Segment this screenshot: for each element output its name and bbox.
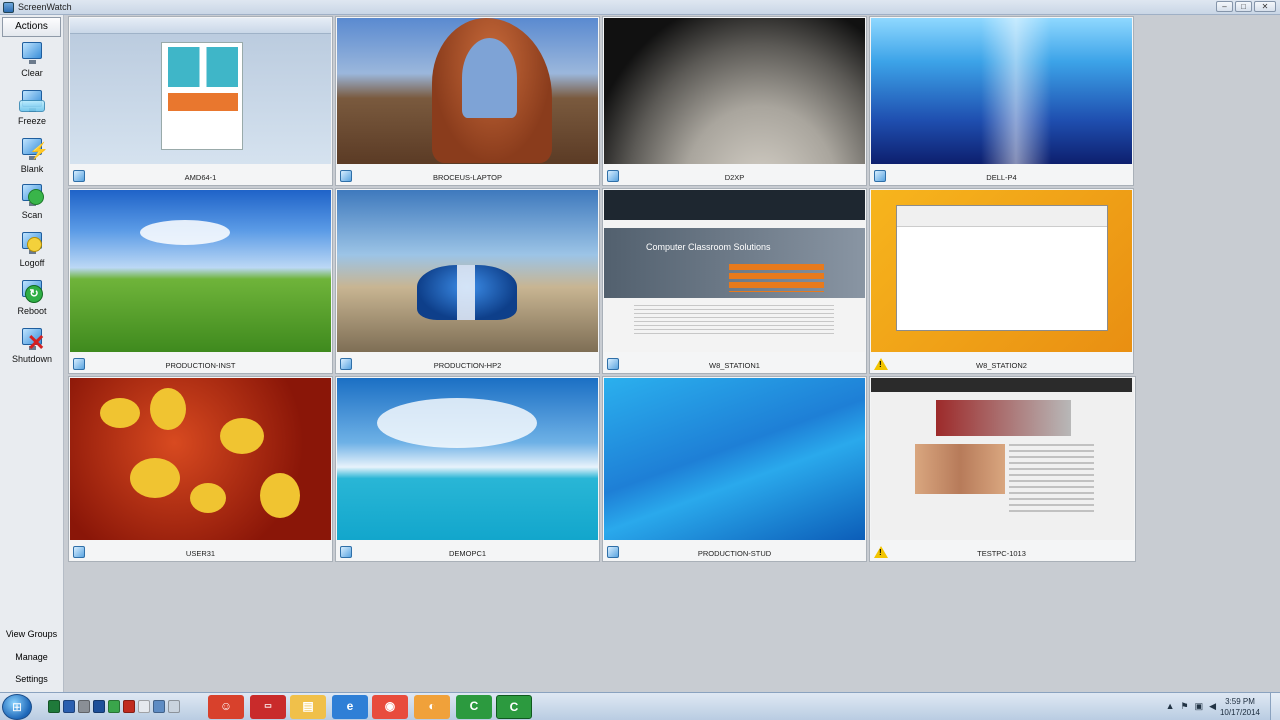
clock-date: 10/17/2014 bbox=[1219, 708, 1260, 717]
actions-header[interactable]: Actions bbox=[2, 17, 61, 37]
shutdown-icon: ✕ bbox=[19, 325, 45, 355]
blank-button[interactable]: ⚡ Blank bbox=[0, 135, 64, 181]
maximize-button[interactable]: □ bbox=[1235, 1, 1252, 12]
user-app-button[interactable]: ☺ bbox=[208, 695, 244, 719]
computer-tile-production-inst[interactable]: PRODUCTION-INST bbox=[68, 188, 333, 374]
screen-thumbnail bbox=[604, 378, 865, 540]
scan-button[interactable]: Scan bbox=[0, 181, 64, 227]
quick-launch bbox=[48, 700, 180, 713]
minimize-button[interactable]: – bbox=[1216, 1, 1233, 12]
screen-thumbnail bbox=[70, 190, 331, 352]
clear-monitor-icon bbox=[19, 39, 45, 67]
freeze-button[interactable]: Freeze bbox=[0, 87, 64, 133]
freeze-monitor-icon bbox=[19, 87, 45, 115]
computer-tile-d2xp[interactable]: D2XP bbox=[602, 16, 867, 186]
tray-expand-icon[interactable]: ▲ bbox=[1166, 701, 1175, 712]
system-tray: ▲ ⚑ ▣ ◀ bbox=[1166, 701, 1216, 712]
app-icon[interactable] bbox=[108, 700, 120, 713]
app-icon[interactable] bbox=[168, 700, 180, 713]
excel-icon[interactable] bbox=[48, 700, 60, 713]
view-groups-button[interactable]: View Groups bbox=[2, 624, 61, 644]
thumbnail-hero-text: Computer Classroom Solutions bbox=[646, 242, 771, 252]
app-icon[interactable] bbox=[153, 700, 165, 713]
show-desktop-button[interactable] bbox=[1270, 693, 1280, 720]
computer-tile-amd64-1[interactable]: AMD64-1 bbox=[68, 16, 333, 186]
computer-name: DEMOPC1 bbox=[448, 549, 487, 558]
screen-thumbnail bbox=[70, 378, 331, 540]
computer-tile-testpc-1013[interactable]: TESTPC-1013 bbox=[869, 376, 1136, 562]
scan-monitor-icon bbox=[19, 181, 45, 209]
freeze-label: Freeze bbox=[17, 116, 46, 126]
filezilla-icon[interactable] bbox=[123, 700, 135, 713]
computer-name: PRODUCTION-STUD bbox=[697, 549, 772, 558]
logoff-key-icon bbox=[19, 229, 45, 257]
network-icon[interactable]: ▣ bbox=[1195, 701, 1204, 712]
scan-label: Scan bbox=[21, 210, 43, 220]
app-button[interactable]: ◐ bbox=[414, 695, 450, 719]
computer-tile-production-hp2[interactable]: PRODUCTION-HP2 bbox=[335, 188, 600, 374]
screen-thumbnail bbox=[337, 190, 598, 352]
screen-thumbnail bbox=[871, 190, 1132, 352]
computer-name: BROCEUS-LAPTOP bbox=[432, 173, 503, 182]
actions-sidebar: Actions Clear Freeze ⚡ Blank Scan Logoff… bbox=[0, 15, 64, 692]
clock[interactable]: 3:59 PM 10/17/2014 bbox=[1220, 696, 1260, 718]
screen-thumbnail bbox=[70, 18, 331, 164]
screen-thumbnail bbox=[871, 18, 1132, 164]
computer-name: USER31 bbox=[185, 549, 216, 558]
camtasia-button[interactable]: C bbox=[456, 695, 492, 719]
camtasia-recorder-button[interactable]: C bbox=[496, 695, 532, 719]
computer-name: PRODUCTION-INST bbox=[165, 361, 236, 370]
title-bar: ScreenWatch – □ ✕ bbox=[0, 0, 1280, 15]
internet-explorer-button[interactable]: e bbox=[332, 695, 368, 719]
clear-button[interactable]: Clear bbox=[0, 39, 64, 85]
computer-tile-dell-p4[interactable]: DELL-P4 bbox=[869, 16, 1134, 186]
chrome-button[interactable]: ◉ bbox=[372, 695, 408, 719]
settings-button[interactable]: Settings bbox=[2, 669, 61, 689]
manage-button[interactable]: Manage bbox=[2, 647, 61, 667]
blank-monitor-icon: ⚡ bbox=[19, 135, 49, 163]
computer-tile-demopc1[interactable]: DEMOPC1 bbox=[335, 376, 600, 562]
window-controls: – □ ✕ bbox=[1216, 1, 1276, 12]
screen-thumbnail bbox=[337, 18, 598, 164]
close-button[interactable]: ✕ bbox=[1254, 1, 1276, 12]
clear-label: Clear bbox=[21, 68, 43, 78]
reboot-label: Reboot bbox=[17, 306, 47, 316]
blank-label: Blank bbox=[20, 164, 44, 174]
window-title: ScreenWatch bbox=[18, 2, 72, 12]
computer-tile-production-stud[interactable]: PRODUCTION-STUD bbox=[602, 376, 867, 562]
computer-name: W8_STATION1 bbox=[709, 361, 760, 370]
app-button[interactable]: ▭ bbox=[250, 695, 286, 719]
app-icon[interactable] bbox=[78, 700, 90, 713]
logoff-button[interactable]: Logoff bbox=[0, 229, 64, 275]
computer-tile-broceus-laptop[interactable]: BROCEUS-LAPTOP bbox=[335, 16, 600, 186]
word-icon[interactable] bbox=[63, 700, 75, 713]
screen-thumbnail bbox=[871, 378, 1134, 540]
computer-tile-user31[interactable]: USER31 bbox=[68, 376, 333, 562]
app-icon[interactable] bbox=[138, 700, 150, 713]
computer-tile-w8-station1[interactable]: Computer Classroom Solutions W8_STATION1 bbox=[602, 188, 867, 374]
remote-icon[interactable] bbox=[93, 700, 105, 713]
computer-name: TESTPC-1013 bbox=[977, 549, 1026, 558]
computer-name: DELL-P4 bbox=[986, 173, 1017, 182]
reboot-icon: ↻ bbox=[19, 277, 45, 305]
computer-name: PRODUCTION-HP2 bbox=[433, 361, 502, 370]
computer-name: AMD64-1 bbox=[184, 173, 217, 182]
screen-thumbnail bbox=[337, 378, 598, 540]
volume-icon[interactable]: ◀ bbox=[1209, 701, 1216, 712]
computer-name: D2XP bbox=[724, 173, 745, 182]
taskbar: ⊞ ☺ ▭ ▤ e ◉ ◐ C C ▲ ⚑ ▣ ◀ 3:59 PM 10/17/… bbox=[0, 692, 1280, 720]
file-explorer-button[interactable]: ▤ bbox=[290, 695, 326, 719]
app-icon bbox=[3, 1, 14, 13]
reboot-button[interactable]: ↻ Reboot bbox=[0, 277, 64, 323]
shutdown-button[interactable]: ✕ Shutdown bbox=[0, 325, 64, 371]
screen-thumbnail: Computer Classroom Solutions bbox=[604, 190, 865, 352]
screen-thumbnail bbox=[604, 18, 865, 164]
computer-name: W8_STATION2 bbox=[976, 361, 1027, 370]
clock-time: 3:59 PM bbox=[1225, 697, 1255, 706]
logoff-label: Logoff bbox=[19, 258, 45, 268]
flag-icon[interactable]: ⚑ bbox=[1180, 701, 1188, 712]
computer-tile-w8-station2[interactable]: W8_STATION2 bbox=[869, 188, 1134, 374]
start-button[interactable]: ⊞ bbox=[2, 694, 32, 720]
